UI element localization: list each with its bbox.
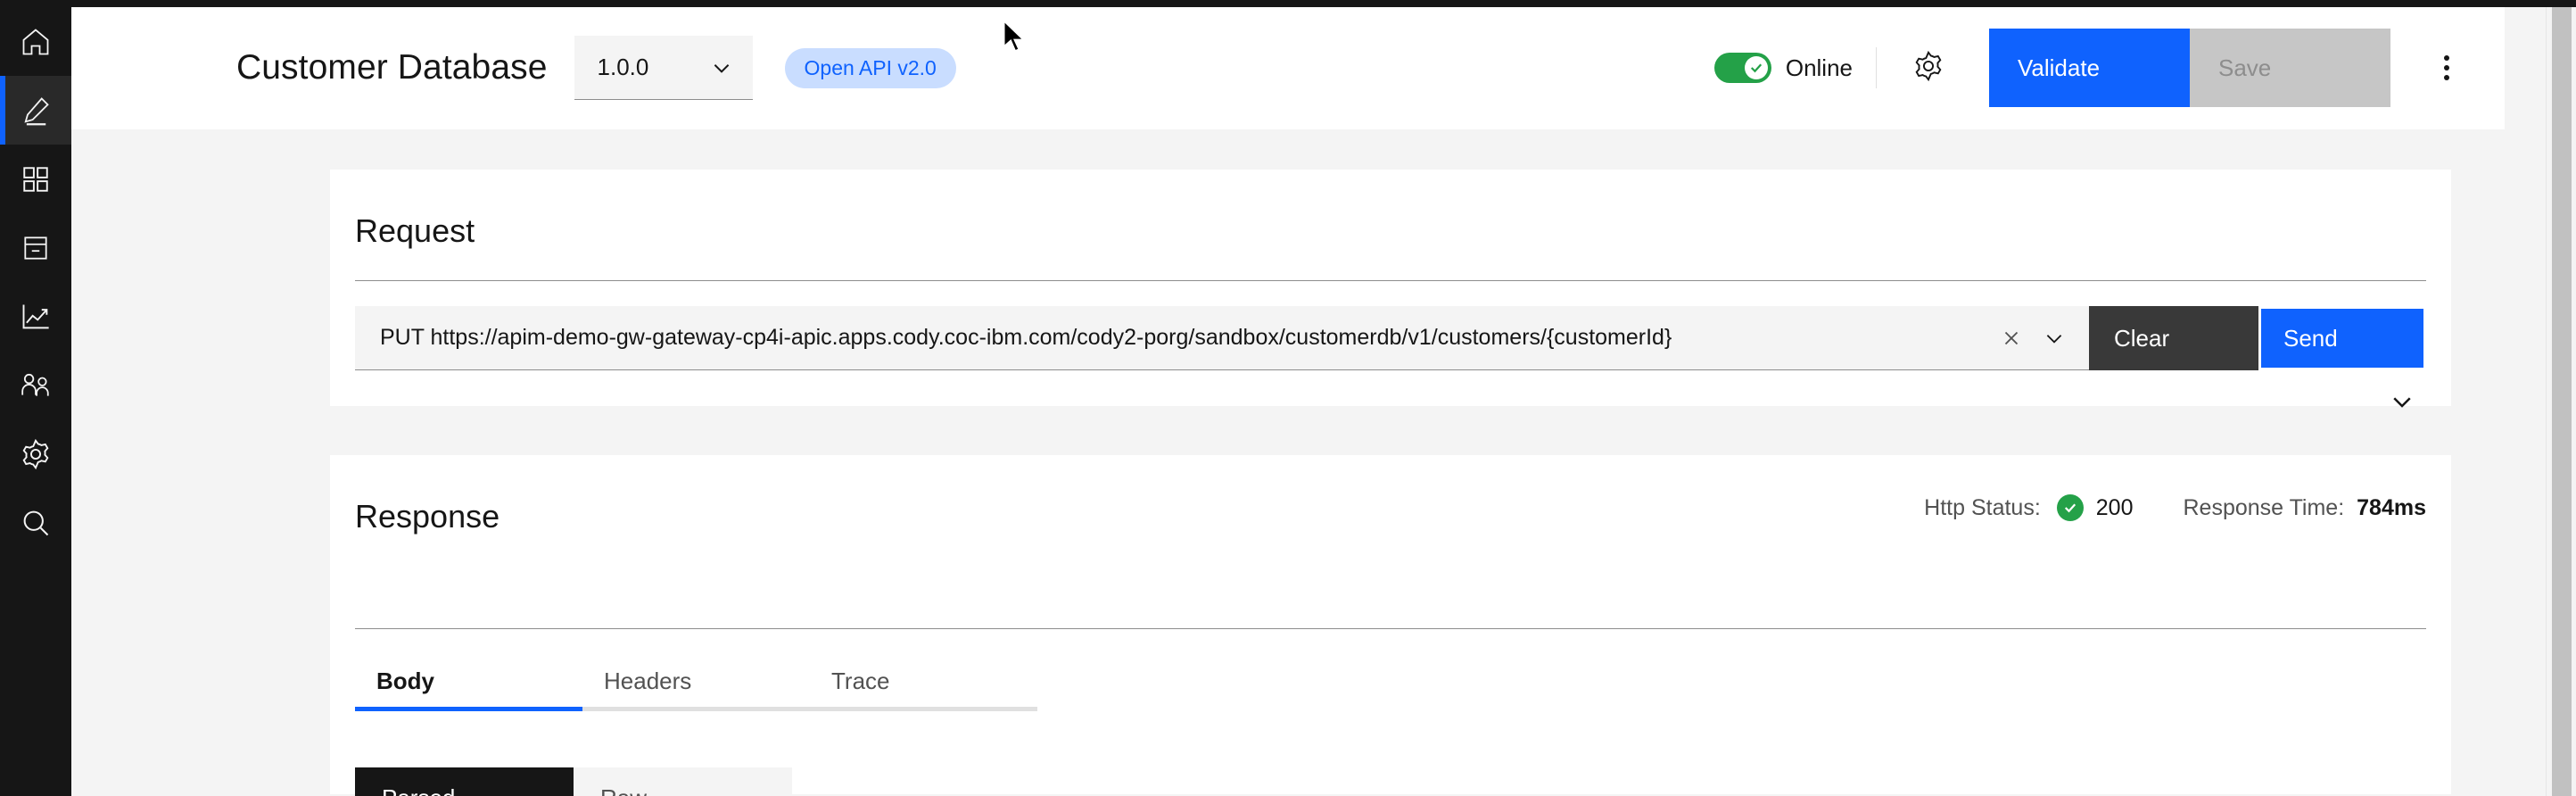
page-scrollbar[interactable]: [2546, 7, 2576, 796]
toggle-knob: [1745, 56, 1768, 79]
grid-icon: [21, 164, 51, 195]
chevron-down-icon[interactable]: [2043, 327, 2066, 350]
response-status-bar: Http Status: 200 Response Time: 784ms: [1924, 494, 2426, 521]
gear-icon: [20, 438, 52, 470]
tab-body[interactable]: Body: [355, 656, 582, 711]
pencil-icon: [20, 95, 52, 127]
tab-headers[interactable]: Headers: [582, 656, 810, 711]
online-toggle[interactable]: [1714, 53, 1771, 83]
window-top-bar: [0, 0, 2576, 7]
settings-button[interactable]: [1900, 39, 1957, 96]
home-icon: [20, 26, 52, 58]
tab-trace[interactable]: Trace: [810, 656, 1037, 711]
response-time-value: 784ms: [2357, 495, 2426, 521]
page-scrollbar-thumb[interactable]: [2552, 7, 2572, 796]
api-spec-badge: Open API v2.0: [785, 48, 956, 88]
sidebar-item-search[interactable]: [0, 488, 71, 557]
response-tabs: Body Headers Trace: [355, 656, 1037, 711]
archive-icon: [21, 233, 51, 263]
main-region: Customer Database 1.0.0 Open API v2.0: [71, 7, 2576, 796]
http-status-value: 200: [2096, 495, 2134, 521]
content-area: Request PUT https://apim-demo-gw-gateway…: [71, 129, 2505, 796]
online-status-label: Online: [1786, 54, 1853, 82]
sidebar-item-catalog[interactable]: [0, 213, 71, 282]
close-icon[interactable]: [2000, 327, 2023, 350]
clear-button[interactable]: Clear: [2089, 306, 2258, 370]
gear-icon: [1912, 50, 1944, 87]
sidebar-item-analytics[interactable]: [0, 282, 71, 351]
version-select[interactable]: 1.0.0: [574, 36, 753, 100]
response-time-label: Response Time:: [2184, 495, 2345, 521]
overflow-menu-icon: [2444, 55, 2449, 80]
request-url-row: PUT https://apim-demo-gw-gateway-cp4i-ap…: [355, 306, 2426, 370]
response-panel-divider: [355, 628, 2426, 629]
header-divider: [1876, 47, 1877, 88]
online-toggle-group: Online: [1714, 53, 1853, 83]
users-icon: [20, 370, 52, 401]
request-panel-divider: [355, 280, 2426, 281]
request-url-value: PUT https://apim-demo-gw-gateway-cp4i-ap…: [380, 325, 1977, 351]
header-actions: Online Validate Save: [1714, 29, 2505, 107]
request-expand-button[interactable]: [2389, 388, 2415, 419]
validate-button[interactable]: Validate: [1989, 29, 2190, 107]
view-mode-raw[interactable]: Raw: [574, 767, 792, 796]
chevron-down-icon: [710, 56, 733, 79]
left-nav-rail: [0, 7, 71, 796]
version-select-value: 1.0.0: [598, 54, 649, 81]
search-icon: [20, 507, 52, 539]
chevron-down-icon: [2389, 388, 2415, 419]
app-header: Customer Database 1.0.0 Open API v2.0: [71, 7, 2505, 129]
sidebar-item-design[interactable]: [0, 76, 71, 145]
sidebar-item-members[interactable]: [0, 351, 71, 419]
checkmark-filled-icon: [2057, 494, 2084, 521]
send-button[interactable]: Send: [2258, 306, 2426, 370]
page-title: Customer Database: [236, 48, 548, 87]
request-panel-title: Request: [330, 170, 2451, 250]
chart-line-icon: [20, 301, 52, 333]
sidebar-item-products[interactable]: [0, 145, 71, 213]
sidebar-item-settings[interactable]: [0, 419, 71, 488]
save-button[interactable]: Save: [2190, 29, 2390, 107]
response-view-mode-toggle: Parsed Raw: [355, 767, 792, 796]
view-mode-parsed[interactable]: Parsed: [355, 767, 574, 796]
overflow-menu-button[interactable]: [2415, 37, 2478, 99]
sidebar-item-home[interactable]: [0, 7, 71, 76]
request-panel: Request PUT https://apim-demo-gw-gateway…: [330, 170, 2451, 406]
request-url-input[interactable]: PUT https://apim-demo-gw-gateway-cp4i-ap…: [355, 306, 2089, 370]
http-status-label: Http Status:: [1924, 495, 2041, 521]
response-panel: Response Http Status: 200 Response Time:…: [330, 455, 2451, 794]
